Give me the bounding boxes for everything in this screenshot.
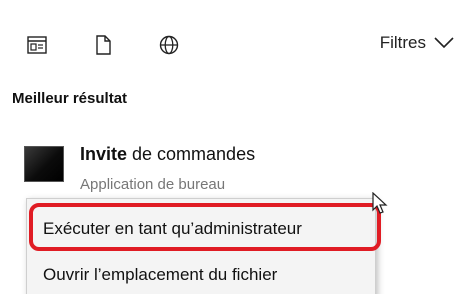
document-filter-icon[interactable] <box>92 34 114 56</box>
search-panel: Filtres Meilleur résultat Invite de comm… <box>0 0 464 294</box>
section-title: Meilleur résultat <box>12 90 128 107</box>
web-filter-icon[interactable] <box>158 34 180 56</box>
open-file-location-menu-item[interactable]: Ouvrir l’emplacement du fichier <box>27 255 375 294</box>
menu-item-label: Ouvrir l’emplacement du fichier <box>43 265 278 284</box>
result-title: Invite de commandes <box>80 144 255 165</box>
result-title-rest: de commandes <box>127 144 256 164</box>
filters-label: Filtres <box>379 33 426 52</box>
mouse-pointer-icon <box>372 192 388 214</box>
command-prompt-icon <box>24 146 64 182</box>
result-subtitle: Application de bureau <box>80 176 226 193</box>
result-title-bold: Invite <box>80 144 128 164</box>
search-filter-bar: Filtres <box>0 0 464 80</box>
best-result-item[interactable]: Invite de commandes Application de burea… <box>0 130 464 200</box>
filters-dropdown-button[interactable]: Filtres <box>380 33 454 53</box>
apps-filter-icon[interactable] <box>26 34 48 56</box>
highlight-outline <box>29 203 381 251</box>
chevron-down-icon <box>434 37 454 49</box>
context-menu: Exécuter en tant qu’administrateur Ouvri… <box>26 198 381 294</box>
